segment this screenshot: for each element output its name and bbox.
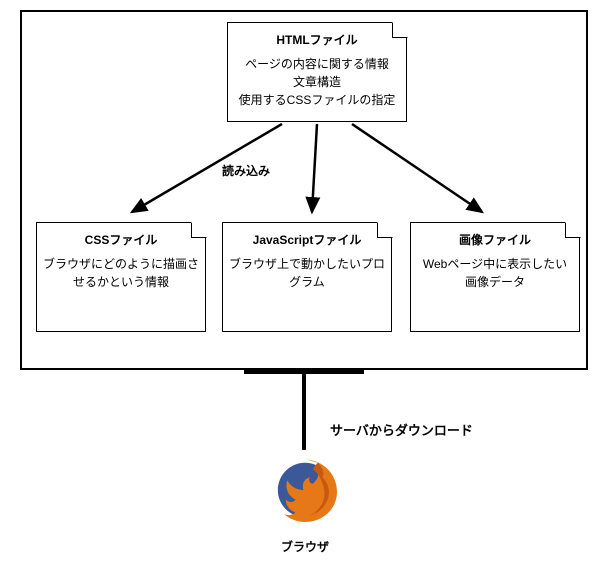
label-browser: ブラウザ — [245, 538, 365, 555]
file-img-title: 画像ファイル — [417, 231, 573, 249]
page-fold-icon — [392, 22, 408, 38]
file-js-desc: ブラウザ上で動かしたいプログラム — [229, 255, 385, 291]
page-fold-icon — [191, 222, 207, 238]
arrow-to-js — [312, 124, 317, 212]
page-fold-icon — [377, 222, 393, 238]
file-js-title: JavaScriptファイル — [229, 231, 385, 249]
file-html-title: HTMLファイル — [234, 31, 400, 49]
label-load: 読み込み — [222, 162, 270, 179]
arrow-to-img — [352, 124, 482, 212]
label-download: サーバからダウンロード — [330, 420, 473, 439]
file-html-line2: 文章構造 — [234, 73, 400, 91]
file-img: 画像ファイル Webページ中に表示したい画像データ — [410, 222, 580, 332]
page-fold-icon — [565, 222, 581, 238]
download-connector — [302, 372, 306, 450]
server-container: HTMLファイル ページの内容に関する情報 文章構造 使用するCSSファイルの指… — [20, 10, 588, 370]
file-css-title: CSSファイル — [43, 231, 199, 249]
file-html-line1: ページの内容に関する情報 — [234, 55, 400, 73]
file-html: HTMLファイル ページの内容に関する情報 文章構造 使用するCSSファイルの指… — [227, 22, 407, 122]
file-js: JavaScriptファイル ブラウザ上で動かしたいプログラム — [222, 222, 392, 332]
file-css: CSSファイル ブラウザにどのように描画させるかという情報 — [36, 222, 206, 332]
file-css-desc: ブラウザにどのように描画させるかという情報 — [43, 255, 199, 291]
firefox-icon — [265, 450, 345, 530]
file-html-line3: 使用するCSSファイルの指定 — [234, 91, 400, 109]
file-img-desc: Webページ中に表示したい画像データ — [417, 255, 573, 291]
